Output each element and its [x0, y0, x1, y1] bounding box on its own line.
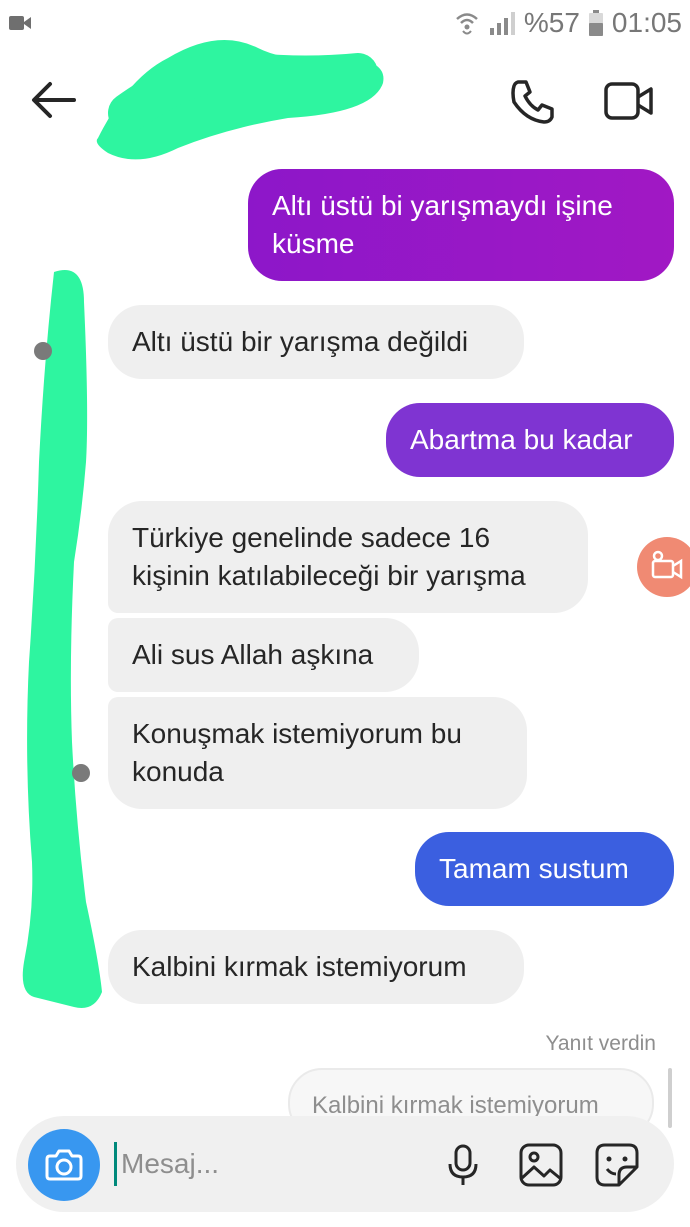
- video-chat-bubble[interactable]: [637, 537, 690, 597]
- message-incoming[interactable]: Altı üstü bir yarışma değildi: [108, 305, 524, 379]
- phone-icon[interactable]: [508, 76, 558, 126]
- message-input[interactable]: [114, 1142, 421, 1186]
- message-outgoing[interactable]: Abartma bu kadar: [386, 403, 674, 477]
- message-composer: [16, 1116, 674, 1212]
- message-incoming[interactable]: Ali sus Allah aşkına: [108, 618, 419, 692]
- message-outgoing[interactable]: Tamam sustum: [415, 832, 674, 906]
- video-record-icon: [651, 550, 683, 580]
- status-bar: %57 01:05: [0, 0, 690, 48]
- image-icon[interactable]: [518, 1142, 564, 1188]
- video-camera-icon[interactable]: [604, 81, 654, 121]
- wifi-calling-icon: [456, 13, 478, 35]
- message-incoming[interactable]: Kalbini kırmak istemiyorum: [108, 930, 524, 1004]
- chat-header: [0, 48, 690, 158]
- message-incoming[interactable]: Türkiye genelinde sadece 16 kişinin katı…: [108, 501, 588, 613]
- clock: 01:05: [611, 7, 682, 38]
- avatar: [34, 342, 52, 360]
- avatar: [72, 764, 90, 782]
- replied-label: Yanıt verdin: [545, 1032, 656, 1055]
- battery-percent: %57: [523, 7, 580, 38]
- battery-icon: [588, 10, 603, 36]
- arrow-left-icon[interactable]: [28, 78, 80, 122]
- message-outgoing[interactable]: Altı üstü bi yarışmaydı işine küsme: [248, 169, 674, 281]
- microphone-icon[interactable]: [440, 1142, 486, 1188]
- scrollbar[interactable]: [668, 1068, 672, 1128]
- redaction-scribble-avatar: [22, 270, 102, 1008]
- camera-icon: [45, 1149, 83, 1181]
- message-incoming[interactable]: Konuşmak istemiyorum bu konuda: [108, 697, 527, 809]
- video-camera-icon: [9, 16, 31, 30]
- signal-icon: [489, 12, 515, 35]
- camera-button[interactable]: [28, 1129, 100, 1201]
- sticker-icon[interactable]: [594, 1142, 640, 1188]
